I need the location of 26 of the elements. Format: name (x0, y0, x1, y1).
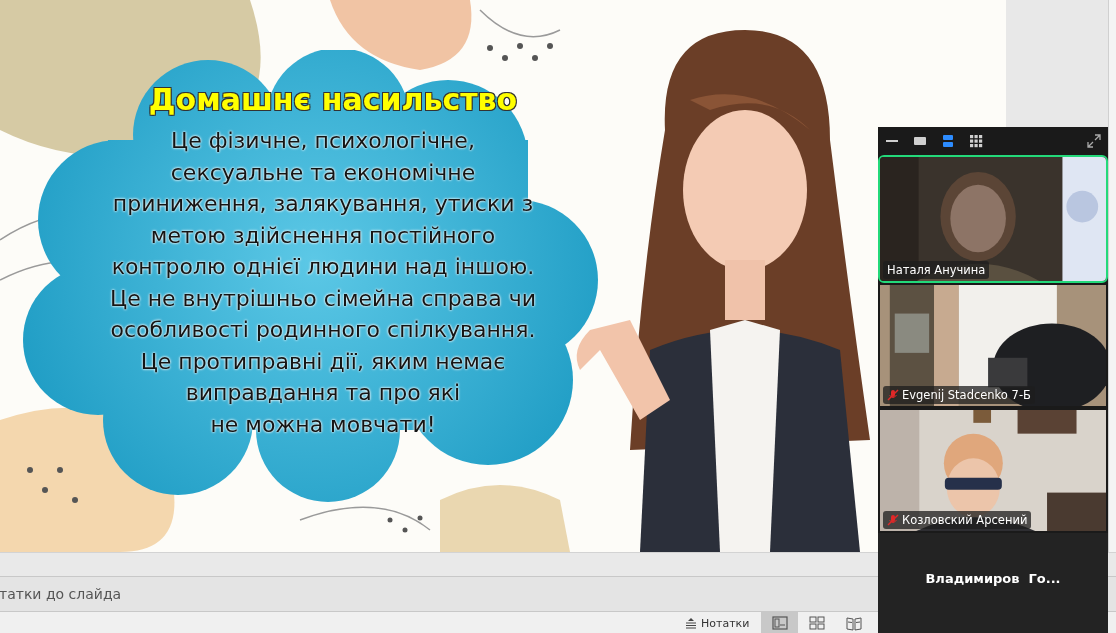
gallery-view-icon (968, 133, 984, 149)
video-tile[interactable]: Владимиров Го... (878, 533, 1108, 633)
dot-pattern (487, 43, 553, 61)
view-button[interactable] (761, 612, 799, 633)
minimize-view-icon (886, 140, 898, 142)
view-mode-button[interactable] (940, 133, 956, 149)
strip-view-icon (940, 133, 956, 149)
dot-pattern (387, 515, 423, 533)
video-tile[interactable]: Evgenij Stadcenko 7-Б (878, 283, 1108, 408)
video-tile[interactable]: Козловский Арсений (878, 408, 1108, 533)
video-tile[interactable]: Наталя Анучина (878, 155, 1108, 283)
normal-view-icon (770, 614, 789, 632)
view-mode-button[interactable] (968, 133, 984, 149)
expand-icon[interactable] (1086, 133, 1102, 149)
sorter-view-icon (807, 614, 826, 632)
slide-text: Це фізичне, психологічне, сексуальне та економічне приниження, залякування, утиски з метою здійснення постійного контролю однієї людини над іншою. Це не внутрішньо сімейна справа чи особливості родинного спілкування. Це протиправні дії, яким немає виправдання та про які не можна мовчати! (110, 127, 536, 439)
notes-button[interactable]: Нотатки (685, 612, 762, 633)
reading-view-icon (844, 614, 863, 632)
notes-field[interactable]: татки до слайда (0, 586, 399, 602)
dot-pattern (27, 467, 78, 503)
participant-name: Козловский Арсений (902, 513, 1028, 527)
notes-icon (685, 617, 697, 629)
participant-name: Владимиров Го... (925, 570, 1061, 586)
scrollbar[interactable] (1108, 0, 1116, 552)
participant-name: Наталя Анучина (887, 263, 986, 277)
participant-name: Evgenij Stadcenko 7-Б (902, 388, 1031, 402)
